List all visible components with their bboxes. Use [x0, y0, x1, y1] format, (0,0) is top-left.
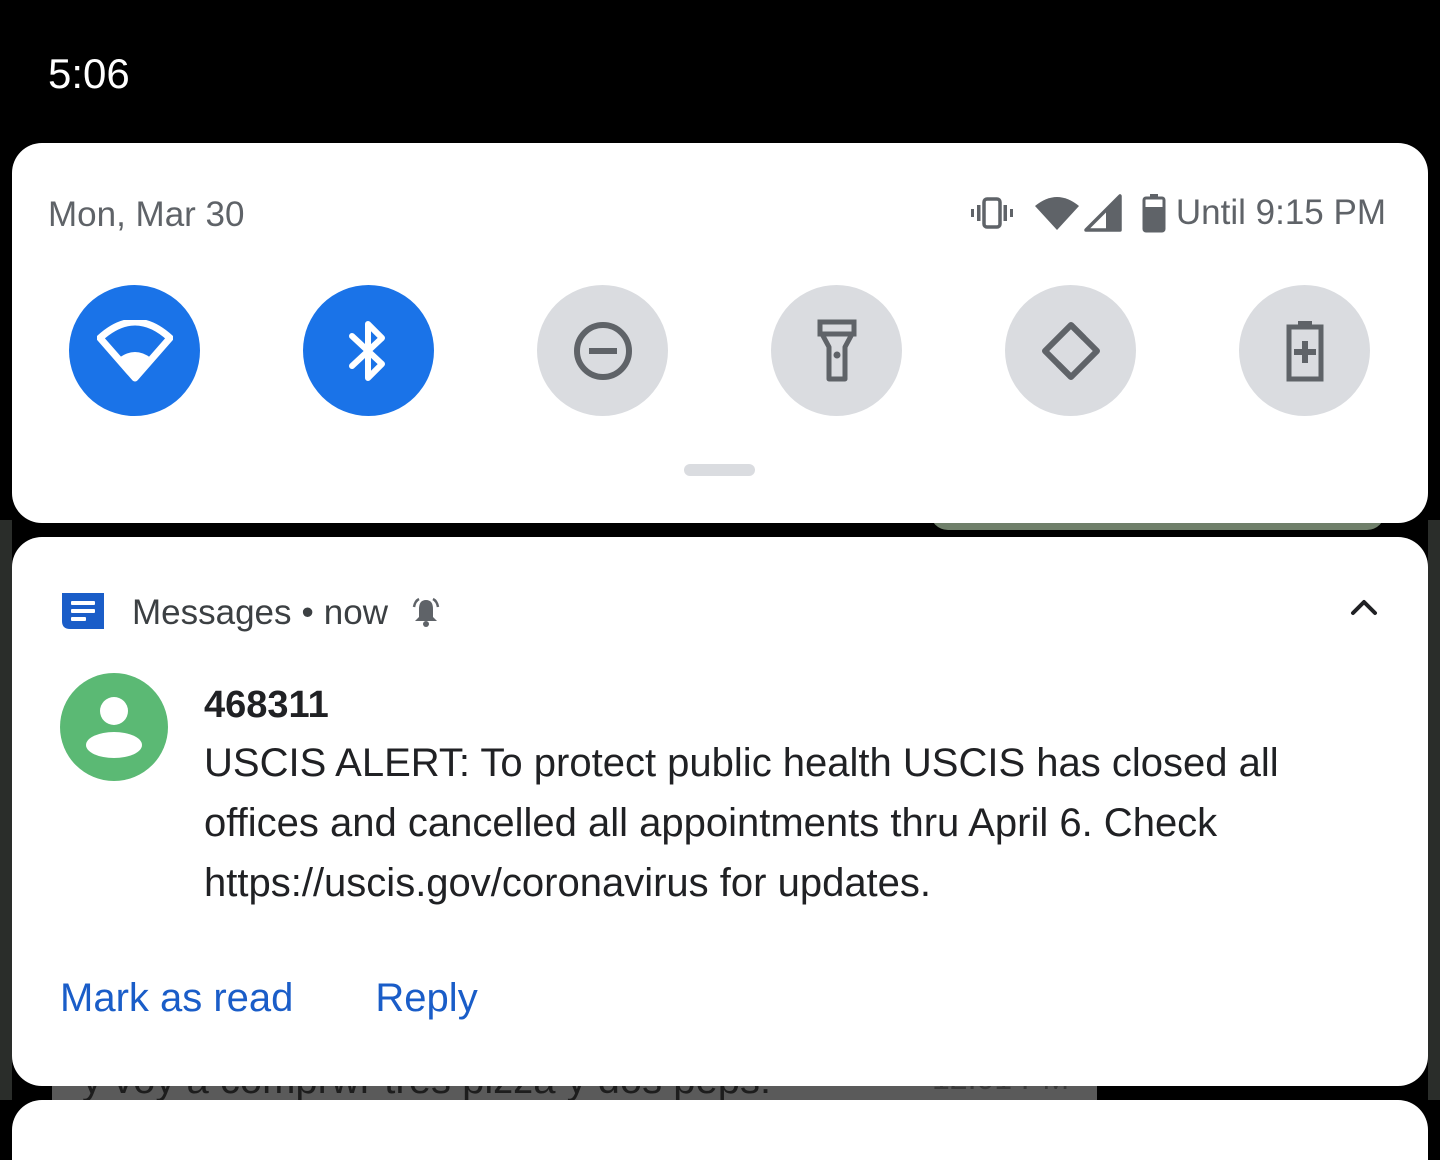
header-separator: •: [301, 593, 314, 632]
status-bar: 5:06: [0, 0, 1440, 140]
bluetooth-tile[interactable]: [303, 285, 434, 416]
collapse-chevron-icon[interactable]: [1350, 597, 1378, 622]
cell-signal-icon: [1084, 194, 1122, 232]
do-not-disturb-tile[interactable]: [537, 285, 668, 416]
battery-saver-icon: [1286, 320, 1323, 381]
drag-handle[interactable]: [684, 464, 755, 476]
battery-saver-tile[interactable]: [1239, 285, 1370, 416]
next-notification-card[interactable]: [12, 1100, 1428, 1160]
auto-rotate-tile[interactable]: [1005, 285, 1136, 416]
reply-button[interactable]: Reply: [375, 973, 477, 1023]
do-not-disturb-icon: [573, 321, 632, 380]
flashlight-tile[interactable]: [771, 285, 902, 416]
quick-settings-panel: Mon, Mar 30 Until 9:15 PM: [12, 143, 1428, 523]
status-icons: Until 9:15 PM: [970, 191, 1386, 235]
battery-until-label: Until 9:15 PM: [1175, 193, 1386, 232]
mark-as-read-button[interactable]: Mark as read: [60, 973, 293, 1023]
bluetooth-icon: [348, 320, 385, 381]
notification-header: Messages • now: [60, 589, 442, 637]
background-message-time: 12:01 PM: [932, 1086, 1069, 1097]
background-wallpaper-left: [0, 520, 12, 1100]
background-wallpaper-right: [1428, 520, 1440, 1100]
messages-app-icon: [60, 591, 106, 636]
notification-actions: Mark as read Reply: [60, 973, 478, 1023]
wifi-icon: [96, 319, 173, 381]
person-icon: [86, 697, 142, 758]
messages-notification[interactable]: Messages • now 468311 USCIS ALERT: To pr…: [12, 537, 1428, 1086]
app-name: Messages: [132, 593, 292, 632]
auto-rotate-icon: [1041, 321, 1100, 380]
alerting-bell-icon: [410, 597, 442, 629]
battery-icon: [1142, 193, 1166, 233]
notification-time: now: [323, 593, 389, 632]
avatar: [60, 673, 168, 781]
status-time: 5:06: [48, 50, 130, 97]
wifi-status-icon: [1034, 194, 1080, 232]
wifi-tile[interactable]: [69, 285, 200, 416]
date-label: Mon, Mar 30: [48, 195, 245, 234]
message-body: USCIS ALERT: To protect public health US…: [204, 741, 1279, 905]
vibrate-icon: [970, 193, 1014, 233]
flashlight-icon: [817, 319, 856, 381]
sender-name: 468311: [204, 684, 329, 726]
